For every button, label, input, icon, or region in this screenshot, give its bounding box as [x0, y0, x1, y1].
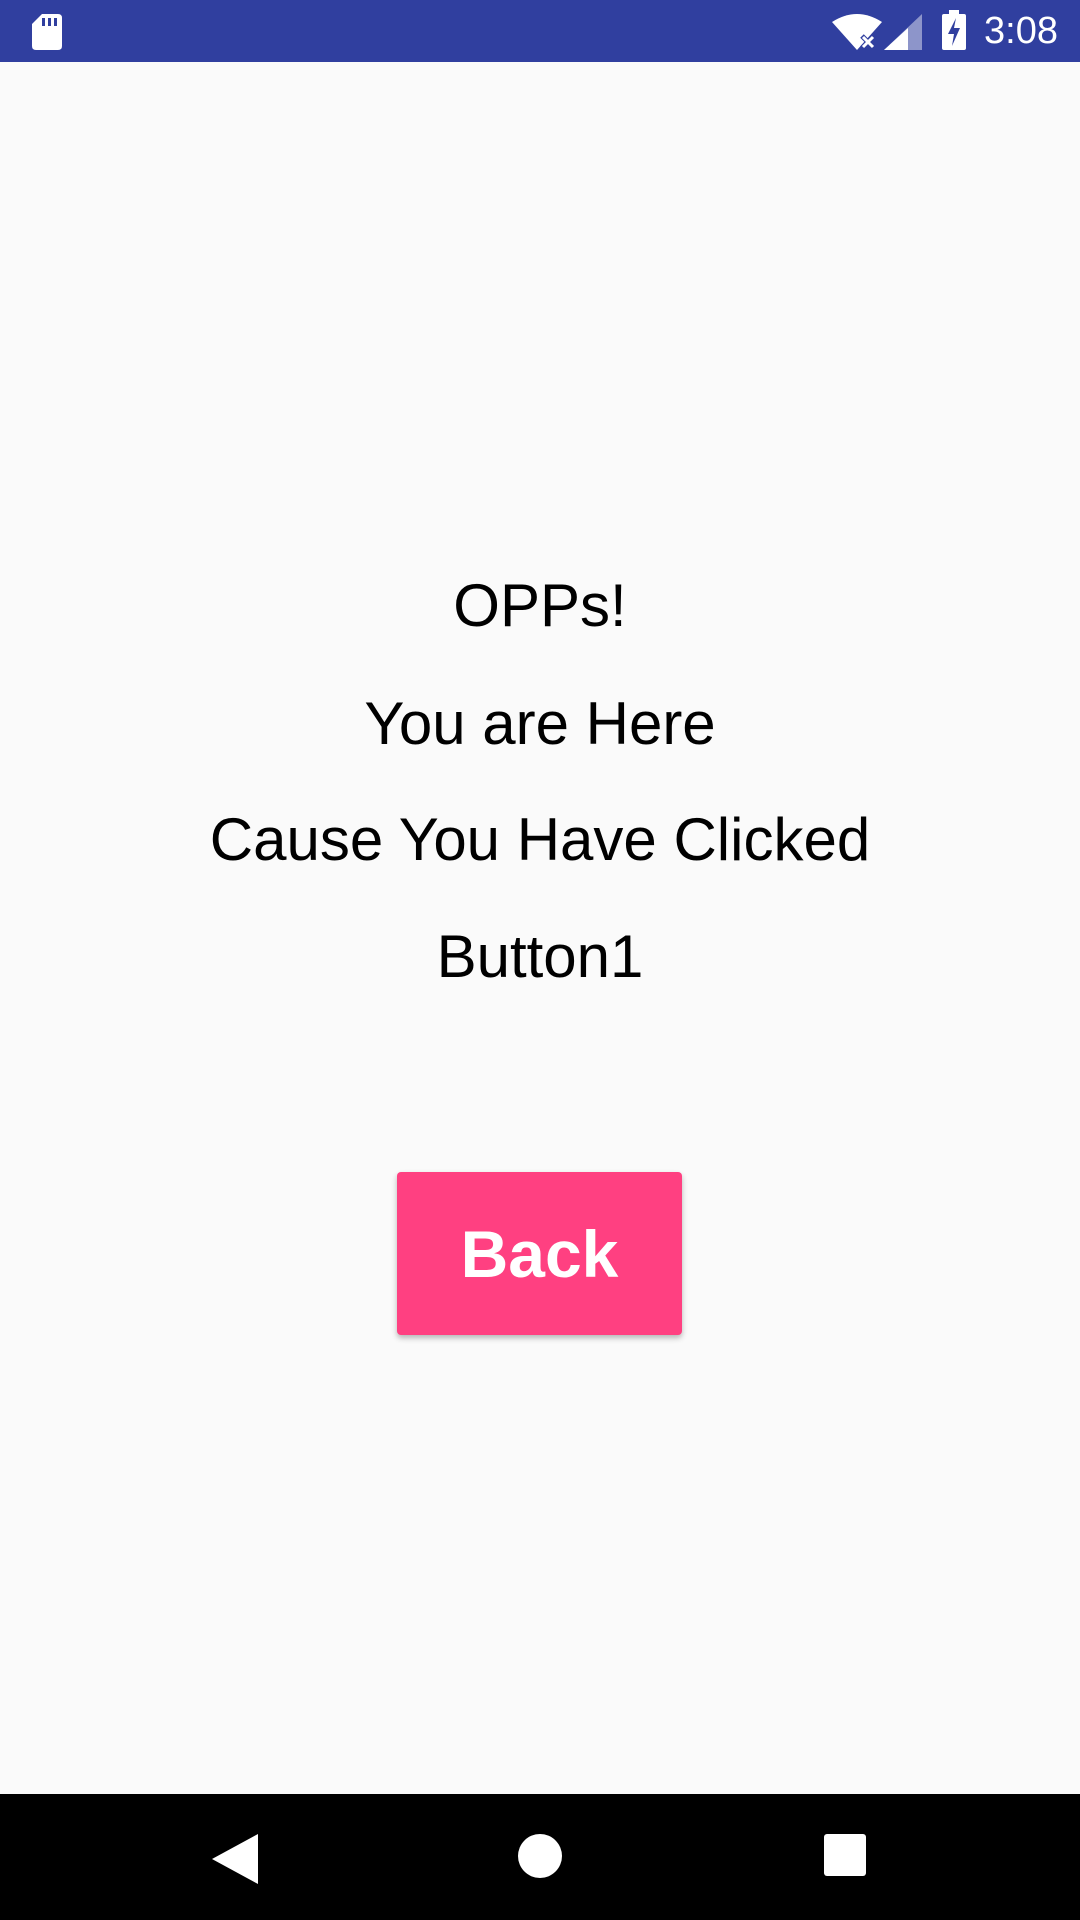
back-button[interactable]: Back [397, 1172, 682, 1335]
recents-icon[interactable] [824, 1834, 866, 1876]
status-bar: 3:08 [0, 0, 1080, 62]
battery-charging-icon [942, 10, 966, 50]
sd-card-icon [32, 14, 62, 50]
status-time: 3:08 [984, 10, 1058, 52]
signal-icon [884, 14, 922, 50]
back-icon[interactable] [212, 1834, 258, 1884]
message-title: OPPs! [453, 572, 627, 639]
navigation-bar [0, 1794, 1080, 1920]
home-icon[interactable] [517, 1833, 563, 1879]
message-line-button-name: Button1 [436, 923, 644, 990]
wifi-icon [832, 14, 882, 50]
message-line-location: You are Here [364, 690, 716, 757]
message-line-cause: Cause You Have Clicked [209, 806, 871, 873]
